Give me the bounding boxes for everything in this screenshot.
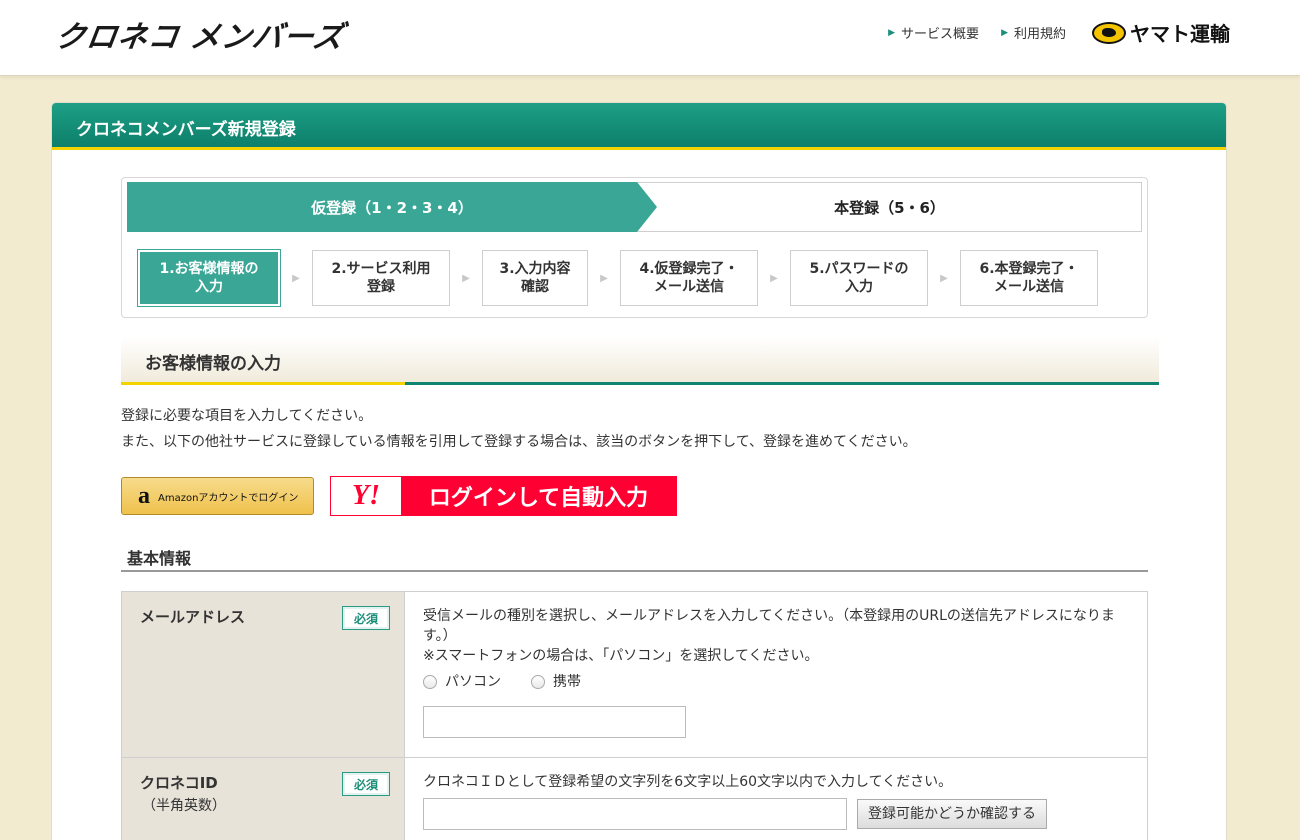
amazon-login-button[interactable]: a Amazonアカウントでログイン (121, 477, 314, 515)
terms-label: 利用規約 (1013, 27, 1066, 42)
step-3: 3.入力内容 確認 (482, 250, 588, 306)
phase-main-registration: 本登録（5・6） (627, 182, 1142, 232)
kuroneko-id-row: クロネコID （半角英数） 必須 クロネコＩＤとして登録希望の文字列を6文字以上… (122, 758, 1147, 840)
triangle-right-icon: ▶ (888, 27, 896, 38)
radio-mobile[interactable]: 携帯 (531, 672, 581, 692)
required-badge: 必須 (342, 606, 390, 630)
radio-circle-icon (531, 675, 545, 689)
kuroneko-id-input[interactable] (423, 798, 847, 830)
id-input-cell: クロネコＩＤとして登録希望の文字列を6文字以上60文字以内で入力してください。 … (405, 758, 1147, 840)
radio-pc[interactable]: パソコン (423, 672, 501, 692)
email-row: メールアドレス 必須 受信メールの種別を選択し、メールアドレスを入力してください… (122, 592, 1147, 758)
registration-steps: 本登録（5・6） 仮登録（1・2・3・4） 1.お客様情報の 入力 ▶ 2.サー… (121, 177, 1148, 318)
arrow-right-icon: ▶ (292, 272, 300, 284)
section-title: お客様情報の入力 (121, 337, 1159, 385)
phase-provisional-registration: 仮登録（1・2・3・4） (127, 182, 657, 232)
radio-circle-icon (423, 675, 437, 689)
site-header: クロネコ メンバーズ ▶ サービス概要 ▶ 利用規約 ヤマト運輸 (0, 0, 1300, 76)
yahoo-login-label: ログインして自動入力 (428, 486, 649, 511)
email-smartphone-note: ※スマートフォンの場合は、「パソコン」を選択してください。 (423, 648, 819, 664)
registration-panel: クロネコメンバーズ新規登録 本登録（5・6） 仮登録（1・2・3・4） 1.お客… (51, 102, 1227, 840)
step-5: 5.パスワードの 入力 (790, 250, 928, 306)
email-type-radios: パソコン 携帯 (423, 672, 1147, 692)
arrow-right-icon: ▶ (940, 272, 948, 284)
basic-info-form: メールアドレス 必須 受信メールの種別を選択し、メールアドレスを入力してください… (121, 591, 1148, 840)
required-badge: 必須 (342, 772, 390, 796)
id-sublabel: （半角英数） (142, 798, 226, 814)
intro-text: 登録に必要な項目を入力してください。 また、以下の他社サービスに登録している情報… (121, 403, 917, 455)
kuroneko-members-logo[interactable]: クロネコ メンバーズ (53, 12, 348, 56)
service-overview-link[interactable]: ▶ サービス概要 (888, 23, 979, 42)
intro-line-1: 登録に必要な項目を入力してください。 (121, 408, 373, 424)
id-description: クロネコＩＤとして登録希望の文字列を6文字以上60文字以内で入力してください。 (423, 774, 953, 790)
yamato-logo[interactable]: ヤマト運輸 (1092, 18, 1230, 47)
basic-info-divider (121, 570, 1148, 572)
step-2: 2.サービス利用 登録 (312, 250, 450, 306)
yamato-brand-text: ヤマト運輸 (1130, 22, 1230, 46)
radio-pc-label: パソコン (445, 674, 501, 690)
email-label-cell: メールアドレス 必須 (122, 592, 405, 757)
black-cat-icon (1092, 21, 1126, 44)
panel-title: クロネコメンバーズ新規登録 (52, 103, 1226, 150)
arrow-right-icon: ▶ (600, 272, 608, 284)
triangle-right-icon: ▶ (1001, 27, 1008, 38)
basic-info-heading: 基本情報 (127, 549, 192, 568)
intro-line-2: また、以下の他社サービスに登録している情報を引用して登録する場合は、該当のボタン… (121, 434, 917, 450)
step-6: 6.本登録完了・ メール送信 (960, 250, 1098, 306)
amazon-login-label: Amazonアカウントでログイン (158, 492, 299, 504)
arrow-right-icon: ▶ (770, 272, 778, 284)
check-availability-button[interactable]: 登録可能かどうか確認する (857, 799, 1047, 829)
step-1: 1.お客様情報の 入力 (137, 249, 281, 307)
email-description: 受信メールの種別を選択し、メールアドレスを入力してください。（本登録用のURLの… (423, 608, 1115, 644)
email-input[interactable] (423, 706, 686, 738)
section-divider (121, 382, 1159, 385)
yahoo-login-button[interactable]: Y! ログインして自動入力 (330, 476, 677, 516)
step-4: 4.仮登録完了・ メール送信 (620, 250, 758, 306)
yahoo-icon: Y! (331, 477, 401, 515)
step-list: 1.お客様情報の 入力 ▶ 2.サービス利用 登録 ▶ 3.入力内容 確認 ▶ … (137, 249, 1098, 307)
radio-mobile-label: 携帯 (553, 674, 581, 690)
terms-link[interactable]: ▶ 利用規約 (1001, 23, 1066, 42)
service-overview-label: サービス概要 (901, 27, 980, 42)
header-links: ▶ サービス概要 ▶ 利用規約 ヤマト運輸 (888, 18, 1230, 47)
email-input-cell: 受信メールの種別を選択し、メールアドレスを入力してください。（本登録用のURLの… (405, 592, 1147, 757)
id-label-cell: クロネコID （半角英数） 必須 (122, 758, 405, 840)
amazon-icon: a (138, 482, 150, 509)
arrow-right-icon: ▶ (462, 272, 470, 284)
